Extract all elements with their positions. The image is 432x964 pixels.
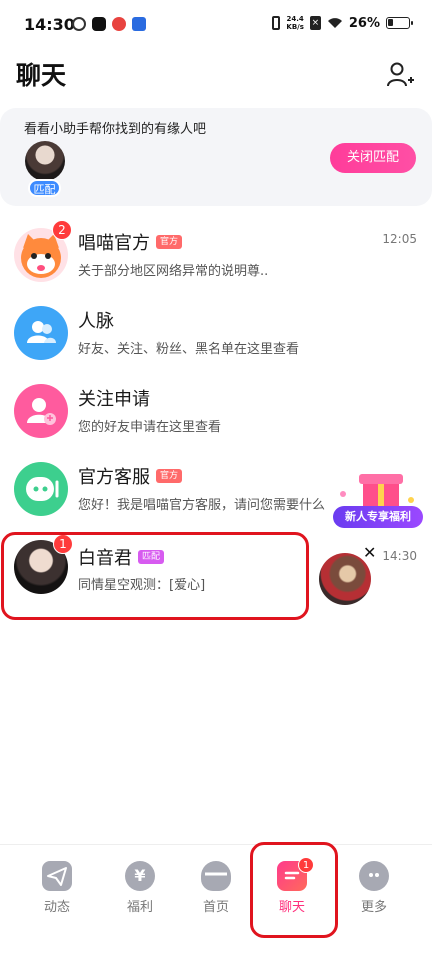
match-badge: 匹配 xyxy=(28,179,61,197)
chat-name: 唱喵官方 xyxy=(78,233,150,254)
net-speed-unit: KB/s xyxy=(286,23,304,31)
nav-label: 更多 xyxy=(360,900,387,915)
chat-row-follow-requests[interactable]: 关注申请 您的好友申请在这里查看 xyxy=(0,372,432,450)
battery-icon xyxy=(386,17,413,29)
chat-time: 14:30 xyxy=(382,549,417,563)
match-avatar[interactable] xyxy=(25,141,65,181)
official-tag: 官方 xyxy=(156,235,183,249)
nav-item-welfare[interactable]: ¥ 福利 xyxy=(110,861,170,915)
status-time: 14:30 xyxy=(24,15,75,34)
sim-off-icon: × xyxy=(309,16,321,30)
more-icon xyxy=(359,861,389,891)
nav-label: 福利 xyxy=(126,900,153,915)
follow-request-icon xyxy=(14,384,68,438)
nav-label: 首页 xyxy=(202,900,229,915)
home-cat-icon xyxy=(201,861,231,891)
paper-plane-icon xyxy=(42,861,72,891)
nav-highlight-box xyxy=(250,842,338,938)
bottom-nav: 动态 ¥ 福利 首页 1 聊天 更多 xyxy=(0,844,432,964)
chat-title: 人脉 xyxy=(78,307,114,333)
chat-row-official[interactable]: 2 唱喵官方 官方 关于部分地区网络异常的说明尊.. 12:05 xyxy=(0,216,432,294)
chat-name: 关注申请 xyxy=(78,389,150,410)
status-right: 24.4 KB/s × 26% xyxy=(272,15,413,31)
page-title: 聊天 xyxy=(16,61,67,90)
close-match-button[interactable]: 关闭匹配 xyxy=(330,143,416,173)
nav-item-feed[interactable]: 动态 xyxy=(27,861,87,915)
battery-percent: 26% xyxy=(348,15,380,31)
chat-name: 官方客服 xyxy=(78,467,150,488)
tiktok-icon xyxy=(92,17,106,31)
chat-name: 人脉 xyxy=(78,311,114,332)
match-prompt: 看看小助手帮你找到的有缘人吧 xyxy=(24,122,207,137)
chat-title: 关注申请 xyxy=(78,385,150,411)
app-notification-icon xyxy=(72,17,86,31)
nav-label: 动态 xyxy=(43,900,70,915)
chat-time: 12:05 xyxy=(382,232,417,246)
vibrate-icon xyxy=(272,16,281,30)
chat-preview: 您好！我是唱喵官方客服，请问您需要什么 xyxy=(78,498,326,513)
wifi-icon xyxy=(327,18,342,28)
official-tag: 官方 xyxy=(156,469,183,483)
chat-title: 唱喵官方 官方 xyxy=(78,229,183,255)
close-icon[interactable]: ✕ xyxy=(363,543,376,562)
status-bar: 14:30 24.4 KB/s × 26% xyxy=(0,0,432,50)
chat-title: 官方客服 官方 xyxy=(78,463,183,489)
highlight-box xyxy=(1,532,309,620)
add-friend-icon[interactable] xyxy=(386,62,414,88)
nav-item-more[interactable]: 更多 xyxy=(344,861,404,915)
baidu-icon xyxy=(132,17,146,31)
yen-coin-icon: ¥ xyxy=(125,861,155,891)
chat-row-contacts[interactable]: 人脉 好友、关注、粉丝、黑名单在这里查看 xyxy=(0,294,432,372)
net-speed-value: 24.4 xyxy=(286,15,304,23)
chat-preview: 您的好友申请在这里查看 xyxy=(78,420,222,435)
chat-preview: 好友、关注、粉丝、黑名单在这里查看 xyxy=(78,342,300,357)
newcomer-welfare-label[interactable]: 新人专享福利 xyxy=(333,506,423,528)
weibo-icon xyxy=(112,17,126,31)
match-card[interactable]: 看看小助手帮你找到的有缘人吧 匹配 关闭匹配 xyxy=(0,108,432,206)
notification-icons xyxy=(72,17,146,31)
unread-badge: 2 xyxy=(52,220,72,240)
customer-service-icon xyxy=(14,462,68,516)
nav-item-home[interactable]: 首页 xyxy=(186,861,246,915)
contacts-icon xyxy=(14,306,68,360)
chat-preview: 关于部分地区网络异常的说明尊.. xyxy=(78,264,269,279)
net-speed: 24.4 KB/s xyxy=(286,15,303,31)
